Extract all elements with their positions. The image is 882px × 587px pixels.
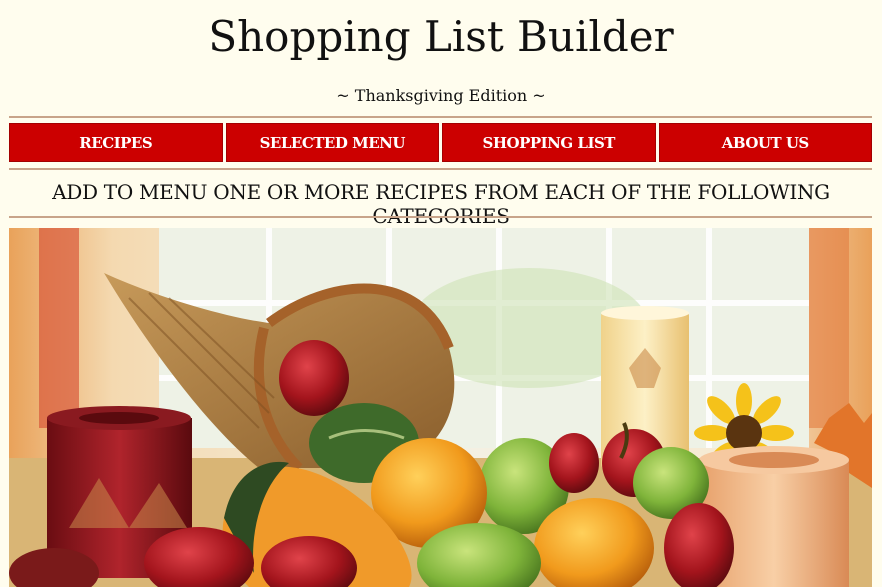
thanksgiving-cornucopia-illustration xyxy=(9,228,872,587)
instructions-text: ADD TO MENU ONE OR MORE RECIPES FROM EAC… xyxy=(52,180,830,228)
nav-recipes-button[interactable]: RECIPES xyxy=(9,123,223,162)
nav-about-us-button[interactable]: ABOUT US xyxy=(658,123,872,162)
nav-selected-menu-button[interactable]: SELECTED MENU xyxy=(225,123,439,162)
main-nav: RECIPES SELECTED MENU SHOPPING LIST ABOU… xyxy=(9,123,872,162)
page: Shopping List Builder ~ Thanksgiving Edi… xyxy=(0,0,882,587)
header-divider xyxy=(9,116,872,118)
site-subtitle: ~ Thanksgiving Edition ~ xyxy=(336,86,546,105)
nav-shopping-list-button[interactable]: SHOPPING LIST xyxy=(442,123,656,162)
instructions-bottom-divider xyxy=(9,216,872,218)
hero-image xyxy=(9,228,872,587)
site-title: Shopping List Builder xyxy=(208,12,674,61)
instructions-top-divider xyxy=(9,168,872,170)
